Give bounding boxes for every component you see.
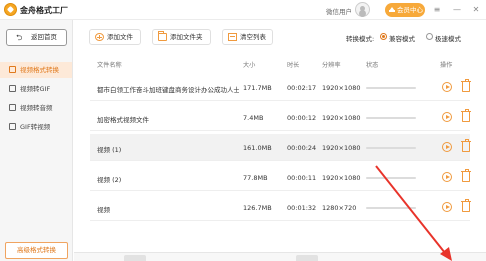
file-size: 77.8MB	[243, 174, 268, 182]
file-name: 视频	[97, 206, 110, 214]
advanced-convert-button[interactable]: 高级格式转换	[5, 242, 68, 259]
close-icon[interactable]: ✕	[471, 5, 481, 15]
app-logo-icon	[4, 3, 17, 16]
file-resolution: 1280×720	[322, 204, 357, 212]
play-icon[interactable]	[442, 142, 452, 152]
audio-icon	[9, 104, 16, 111]
fast-mode-label[interactable]: 极速模式	[435, 33, 461, 43]
header-duration: 时长	[287, 62, 300, 69]
file-duration: 00:02:17	[287, 84, 317, 92]
status-progress-bar	[366, 177, 416, 179]
add-folder-label: 添加文件夹	[170, 33, 203, 41]
app-title: 金舟格式工厂	[20, 6, 68, 15]
file-name: 都市白领工作奋斗加班键盘商务设计办公成功人士视频素材.mp4	[97, 86, 239, 94]
header-resolution: 分辨率	[322, 62, 341, 69]
file-resolution: 1920×1080	[322, 84, 361, 92]
header-name: 文件名称	[97, 62, 122, 69]
table-row[interactable]: 视频 126.7MB 00:01:32 1280×720	[90, 194, 471, 221]
sidebar-item-video-to-gif[interactable]: 视频转GIF	[0, 81, 72, 97]
file-name: 视频 (1)	[97, 146, 122, 154]
avatar[interactable]	[355, 2, 370, 17]
add-file-label: 添加文件	[107, 33, 133, 41]
add-folder-button[interactable]: 添加文件夹	[152, 29, 211, 45]
file-duration: 00:00:11	[287, 174, 317, 182]
table-row[interactable]: 视频 (1) 161.0MB 00:00:24 1920×1080	[90, 134, 471, 161]
compatible-mode-radio[interactable]	[380, 33, 387, 40]
table-header: 文件名称 大小 时长 分辨率 状态 操作	[90, 58, 470, 71]
back-home-label: 返回首页	[31, 33, 57, 41]
status-progress-bar	[366, 207, 416, 209]
file-size: 7.4MB	[243, 114, 264, 122]
play-icon[interactable]	[442, 82, 452, 92]
compatible-mode-label[interactable]: 兼容模式	[389, 33, 415, 43]
sidebar-item-label: 视频格式转换	[20, 66, 59, 74]
convert-mode-label: 转换模式:	[346, 35, 375, 43]
header-size: 大小	[243, 62, 256, 69]
clear-list-button[interactable]: 清空列表	[222, 29, 273, 45]
play-icon[interactable]	[442, 172, 452, 182]
status-progress-bar	[366, 117, 416, 119]
clear-icon	[228, 33, 237, 41]
member-center-button[interactable]: 会员中心	[385, 3, 425, 17]
minimize-icon[interactable]: —	[452, 5, 462, 15]
table-row[interactable]: 加密格式视频文件 7.4MB 00:00:12 1920×1080	[90, 104, 471, 131]
play-icon[interactable]	[442, 112, 452, 122]
member-center-label: 会员中心	[397, 6, 423, 14]
sidebar-item-gif-to-video[interactable]: GIF转视频	[0, 119, 72, 135]
status-progress-bar	[366, 147, 416, 149]
plus-icon	[95, 33, 104, 41]
sidebar-item-label: 视频转GIF	[20, 85, 51, 93]
sidebar-item-video-to-audio[interactable]: 视频转音频	[0, 100, 72, 116]
back-home-button[interactable]: ⮌ 返回首页	[6, 29, 67, 46]
file-duration: 00:00:24	[287, 144, 317, 152]
gif-video-icon	[9, 123, 16, 130]
bottom-control[interactable]	[124, 255, 146, 261]
trash-icon[interactable]	[461, 79, 471, 92]
sidebar: ⮌ 返回首页 视频格式转换 视频转GIF 视频转音频 GIF转视频 高级格式转换	[0, 20, 73, 261]
trash-icon[interactable]	[461, 199, 471, 212]
trash-icon[interactable]	[461, 169, 471, 182]
trash-icon[interactable]	[461, 109, 471, 122]
header-actions: 操作	[440, 62, 453, 69]
trash-icon[interactable]	[461, 139, 471, 152]
header-status: 状态	[366, 62, 379, 69]
file-duration: 00:00:12	[287, 114, 317, 122]
add-file-button[interactable]: 添加文件	[89, 29, 141, 45]
play-icon[interactable]	[442, 202, 452, 212]
file-duration: 00:01:32	[287, 204, 317, 212]
sidebar-item-label: GIF转视频	[20, 123, 51, 131]
status-progress-bar	[366, 87, 416, 89]
file-size: 126.7MB	[243, 204, 272, 212]
bottom-control[interactable]	[296, 255, 318, 261]
file-name: 视频 (2)	[97, 176, 122, 184]
menu-icon[interactable]: ≡	[432, 5, 442, 15]
back-arrow-icon: ⮌	[16, 33, 23, 42]
gif-icon	[9, 85, 16, 92]
video-icon	[9, 66, 16, 73]
bottom-action-bar	[74, 252, 486, 261]
file-name: 加密格式视频文件	[97, 116, 149, 124]
file-size: 171.7MB	[243, 84, 272, 92]
fast-mode-radio[interactable]	[426, 33, 433, 40]
file-resolution: 1920×1080	[322, 144, 361, 152]
file-resolution: 1920×1080	[322, 174, 361, 182]
folder-icon	[158, 31, 167, 41]
clear-list-label: 清空列表	[240, 33, 266, 41]
file-resolution: 1920×1080	[322, 114, 361, 122]
sidebar-item-label: 视频转音频	[20, 104, 53, 112]
table-row[interactable]: 都市白领工作奋斗加班键盘商务设计办公成功人士视频素材.mp4 171.7MB 0…	[90, 74, 471, 101]
table-row[interactable]: 视频 (2) 77.8MB 00:00:11 1920×1080	[90, 164, 471, 191]
title-bar: 金舟格式工厂 微信用户 会员中心 ≡ — ✕	[0, 0, 486, 20]
user-name: 微信用户	[326, 8, 352, 16]
crown-icon	[389, 7, 395, 12]
file-size: 161.0MB	[243, 144, 272, 152]
sidebar-item-video-convert[interactable]: 视频格式转换	[0, 62, 72, 78]
